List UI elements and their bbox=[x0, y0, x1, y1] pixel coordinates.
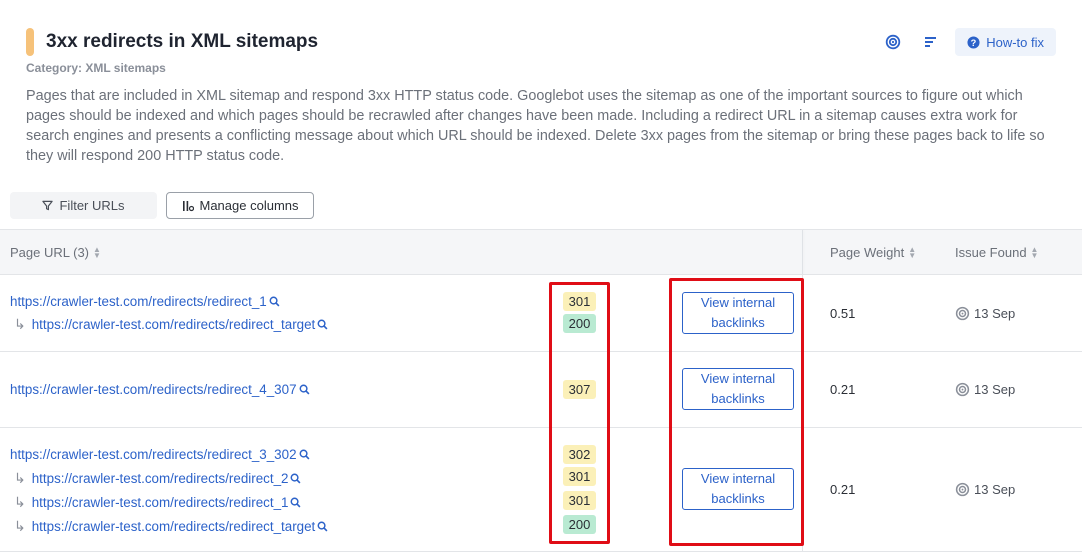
status-badge: 301 bbox=[563, 467, 596, 486]
url-line: https://crawler-test.com/redirects/redir… bbox=[10, 447, 310, 462]
search-icon[interactable] bbox=[269, 296, 280, 307]
url-line-redirect: ↳ https://crawler-test.com/redirects/red… bbox=[14, 518, 328, 535]
column-divider bbox=[802, 275, 803, 351]
redirect-arrow-icon: ↳ bbox=[14, 494, 26, 510]
issue-date: 13 Sep bbox=[974, 482, 1016, 497]
columns-icon bbox=[182, 200, 194, 211]
crawl-icon bbox=[886, 34, 901, 50]
search-icon[interactable] bbox=[317, 521, 328, 532]
issue-date: 13 Sep bbox=[974, 382, 1016, 397]
issues-table: Page URL (3) ▲ ▼ Page Weight ▲ ▼ Issue Fou… bbox=[0, 229, 1082, 552]
column-header-issue-label: Issue Found bbox=[955, 245, 1027, 260]
status-badge: 302 bbox=[563, 445, 596, 464]
column-header-url[interactable]: Page URL (3) ▲ ▼ bbox=[10, 245, 101, 260]
column-header-url-label: Page URL (3) bbox=[10, 245, 89, 260]
redirect-url-link[interactable]: https://crawler-test.com/redirects/redir… bbox=[32, 519, 316, 534]
url-line-redirect: ↳ https://crawler-test.com/redirects/red… bbox=[14, 494, 301, 511]
filter-icon bbox=[42, 200, 54, 211]
top-actions: ? How-to fix bbox=[879, 28, 1056, 56]
view-backlinks-button[interactable]: View internal backlinks bbox=[682, 468, 794, 510]
status-badge: 200 bbox=[563, 515, 596, 534]
crawl-icon bbox=[955, 306, 970, 321]
redirect-arrow-icon: ↳ bbox=[14, 470, 26, 486]
search-icon[interactable] bbox=[290, 497, 301, 508]
status-badge: 200 bbox=[563, 314, 596, 333]
sort-arrows-icon: ▲ ▼ bbox=[1030, 244, 1039, 260]
search-icon[interactable] bbox=[317, 319, 328, 330]
page-weight-value: 0.51 bbox=[830, 306, 856, 321]
how-to-fix-label: How-to fix bbox=[986, 34, 1044, 50]
table-row: https://crawler-test.com/redirects/redir… bbox=[0, 352, 1082, 428]
how-to-fix-button[interactable]: ? How-to fix bbox=[955, 28, 1056, 56]
column-header-weight[interactable]: Page Weight ▲ ▼ bbox=[830, 245, 916, 260]
page-url-link[interactable]: https://crawler-test.com/redirects/redir… bbox=[10, 294, 267, 309]
issue-found-cell: 13 Sep bbox=[955, 306, 1015, 321]
redirect-url-link[interactable]: https://crawler-test.com/redirects/redir… bbox=[32, 471, 289, 486]
issue-found-cell: 13 Sep bbox=[955, 482, 1015, 497]
crawl-button[interactable] bbox=[879, 28, 907, 56]
table-header: Page URL (3) ▲ ▼ Page Weight ▲ ▼ Issue Fou… bbox=[0, 229, 1082, 275]
table-row: https://crawler-test.com/redirects/redir… bbox=[0, 275, 1082, 352]
table-toolbar: Filter URLs Manage columns bbox=[10, 192, 314, 219]
column-header-weight-label: Page Weight bbox=[830, 245, 905, 260]
url-line-redirect: ↳ https://crawler-test.com/redirects/red… bbox=[14, 470, 301, 487]
sort-button[interactable] bbox=[917, 28, 945, 56]
status-badge: 307 bbox=[563, 380, 596, 399]
url-line: https://crawler-test.com/redirects/redir… bbox=[10, 294, 280, 309]
search-icon[interactable] bbox=[290, 473, 301, 484]
column-divider bbox=[802, 230, 803, 274]
url-line: https://crawler-test.com/redirects/redir… bbox=[10, 382, 310, 397]
table-row: https://crawler-test.com/redirects/redir… bbox=[0, 428, 1082, 552]
issue-found-cell: 13 Sep bbox=[955, 382, 1015, 397]
view-backlinks-button[interactable]: View internal backlinks bbox=[682, 368, 794, 410]
page-weight-value: 0.21 bbox=[830, 482, 856, 497]
redirect-url-link[interactable]: https://crawler-test.com/redirects/redir… bbox=[32, 317, 316, 332]
sort-icon bbox=[925, 37, 937, 47]
url-line-redirect: ↳ https://crawler-test.com/redirects/red… bbox=[14, 316, 328, 333]
status-badge: 301 bbox=[563, 292, 596, 311]
accent-bar bbox=[26, 28, 34, 56]
page-url-link[interactable]: https://crawler-test.com/redirects/redir… bbox=[10, 382, 297, 397]
filter-urls-label: Filter URLs bbox=[59, 198, 125, 213]
redirect-arrow-icon: ↳ bbox=[14, 518, 26, 534]
sort-arrows-icon: ▲ ▼ bbox=[93, 244, 101, 260]
redirect-arrow-icon: ↳ bbox=[14, 316, 26, 332]
manage-columns-label: Manage columns bbox=[199, 198, 299, 213]
column-header-issue[interactable]: Issue Found ▲ ▼ bbox=[955, 245, 1038, 260]
crawl-icon bbox=[955, 382, 970, 397]
redirect-url-link[interactable]: https://crawler-test.com/redirects/redir… bbox=[32, 495, 289, 510]
issue-header: 3xx redirects in XML sitemaps bbox=[26, 28, 318, 56]
page-weight-value: 0.21 bbox=[830, 382, 856, 397]
category-label: Category: XML sitemaps bbox=[26, 61, 166, 75]
filter-urls-button[interactable]: Filter URLs bbox=[10, 192, 157, 219]
svg-text:?: ? bbox=[971, 37, 977, 47]
issue-date: 13 Sep bbox=[974, 306, 1016, 321]
page-title: 3xx redirects in XML sitemaps bbox=[46, 31, 319, 52]
status-badge: 301 bbox=[563, 491, 596, 510]
crawl-icon bbox=[955, 482, 970, 497]
search-icon[interactable] bbox=[299, 384, 310, 395]
help-icon: ? bbox=[967, 35, 980, 49]
search-icon[interactable] bbox=[299, 449, 310, 460]
view-backlinks-button[interactable]: View internal backlinks bbox=[682, 292, 794, 334]
sort-arrows-icon: ▲ ▼ bbox=[908, 244, 917, 260]
column-divider bbox=[802, 428, 803, 551]
issue-description: Pages that are included in XML sitemap a… bbox=[26, 88, 1045, 164]
manage-columns-button[interactable]: Manage columns bbox=[166, 192, 314, 219]
column-divider bbox=[802, 352, 803, 427]
page-url-link[interactable]: https://crawler-test.com/redirects/redir… bbox=[10, 447, 297, 462]
